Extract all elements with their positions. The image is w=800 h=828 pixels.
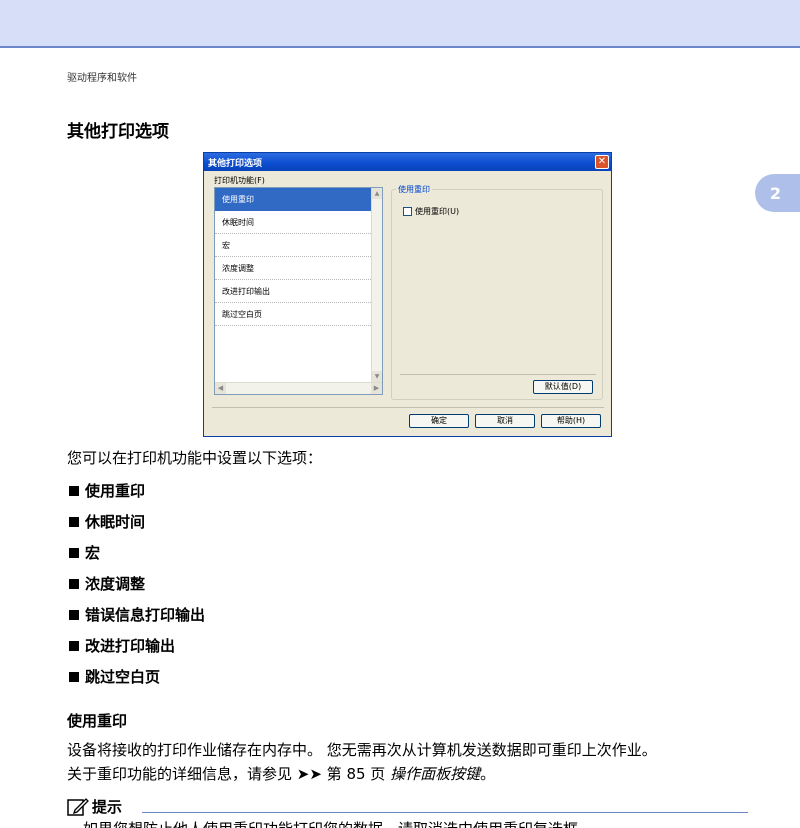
help-button[interactable]: 帮助(H) xyxy=(541,414,601,428)
list-item[interactable]: 宏 xyxy=(215,234,371,257)
use-reprint-checkbox[interactable] xyxy=(403,207,412,216)
vertical-scrollbar[interactable]: ▲ ▼ xyxy=(371,188,382,382)
scroll-up-icon[interactable]: ▲ xyxy=(372,188,382,199)
horizontal-scrollbar[interactable]: ◀ ▶ xyxy=(215,382,382,394)
chapter-tab: 2 xyxy=(755,174,800,212)
list-item[interactable]: 浓度调整 xyxy=(215,257,371,280)
note-heading: 提示 xyxy=(67,796,122,817)
intro-text: 您可以在打印机功能中设置以下选项： xyxy=(67,449,323,467)
list-item: 宏 xyxy=(69,537,205,568)
print-options-dialog: 其他打印选项 ✕ 打印机功能(F) 使用重印 休眠时间 宏 浓度调整 改进打印输… xyxy=(203,152,612,437)
note-divider xyxy=(142,812,748,813)
printer-features-label: 打印机功能(F) xyxy=(214,176,265,185)
list-item: 浓度调整 xyxy=(69,568,205,599)
list-item: 错误信息打印输出 xyxy=(69,599,205,630)
scroll-down-icon[interactable]: ▼ xyxy=(372,371,382,382)
ok-button[interactable]: 确定 xyxy=(409,414,469,428)
list-item: 改进打印输出 xyxy=(69,630,205,661)
bullet-icon xyxy=(69,609,79,620)
bullet-icon xyxy=(69,516,79,527)
divider xyxy=(400,374,596,375)
checkbox-label: 使用重印(U) xyxy=(415,207,460,216)
default-button[interactable]: 默认值(D) xyxy=(533,380,593,394)
option-group-title: 使用重印 xyxy=(396,184,432,195)
list-item: 休眠时间 xyxy=(69,506,205,537)
list-item[interactable]: 使用重印 xyxy=(215,188,371,211)
list-item[interactable]: 休眠时间 xyxy=(215,211,371,234)
reprint-option-group: 使用重印 使用重印(U) 默认值(D) xyxy=(391,184,603,400)
bullet-icon xyxy=(69,671,79,682)
subsection-title: 使用重印 xyxy=(67,712,128,730)
bullet-icon xyxy=(69,578,79,589)
body-paragraph-line: 关于重印功能的详细信息，请参见 ➤➤ 第 85 页 操作面板按键。 xyxy=(67,765,496,783)
cross-reference-link[interactable]: 操作面板按键 xyxy=(390,765,480,783)
list-item: 跳过空白页 xyxy=(69,661,205,692)
pencil-icon xyxy=(67,797,89,816)
use-reprint-checkbox-row[interactable]: 使用重印(U) xyxy=(403,206,459,217)
dialog-titlebar[interactable]: 其他打印选项 ✕ xyxy=(204,153,611,171)
body-paragraph-line: 设备将接收的打印作业储存在内存中。 您无需再次从计算机发送数据即可重印上次作业。 xyxy=(67,741,657,759)
scroll-left-icon[interactable]: ◀ xyxy=(215,383,226,394)
bullet-icon xyxy=(69,485,79,496)
note-text: 如果您想防止他人使用重印功能打印您的数据，请取消选中使用重印复选框。 xyxy=(83,818,593,828)
scroll-right-icon[interactable]: ▶ xyxy=(371,383,382,394)
close-icon[interactable]: ✕ xyxy=(595,155,609,169)
section-title: 其他打印选项 xyxy=(67,122,169,142)
running-head: 驱动程序和软件 xyxy=(67,73,137,84)
list-item: 使用重印 xyxy=(69,475,205,506)
list-item[interactable]: 改进打印输出 xyxy=(215,280,371,303)
bullet-icon xyxy=(69,547,79,558)
dialog-title: 其他打印选项 xyxy=(208,158,263,169)
cancel-button[interactable]: 取消 xyxy=(475,414,535,428)
feature-list: 使用重印 休眠时间 宏 浓度调整 错误信息打印输出 改进打印输出 跳过空白页 xyxy=(69,475,205,692)
divider xyxy=(212,407,604,408)
bullet-icon xyxy=(69,640,79,651)
printer-features-list[interactable]: 使用重印 休眠时间 宏 浓度调整 改进打印输出 跳过空白页 ▲ ▼ ◀ ▶ xyxy=(214,187,383,395)
header-band xyxy=(0,0,800,48)
list-item[interactable]: 跳过空白页 xyxy=(215,303,371,326)
note-title: 提示 xyxy=(92,798,123,816)
